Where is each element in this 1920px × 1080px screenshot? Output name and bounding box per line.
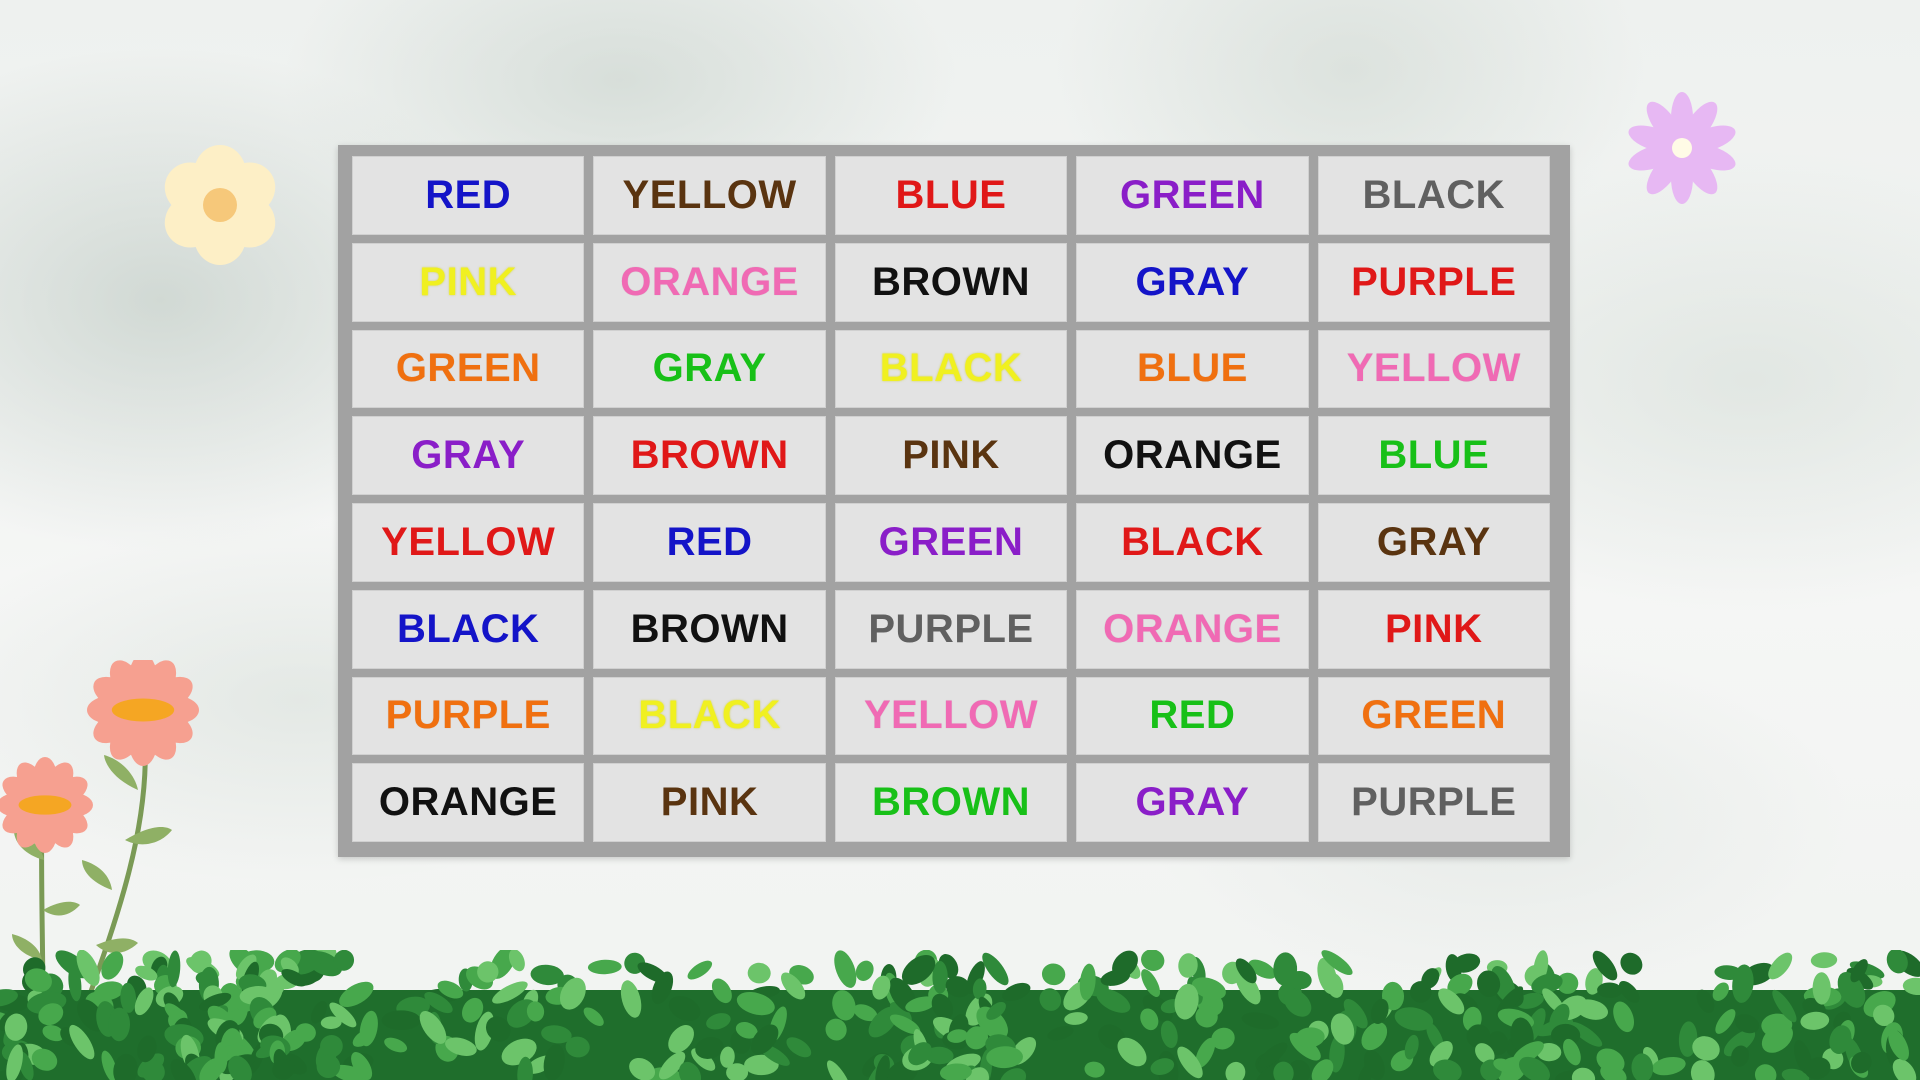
- lilac-flower-icon: [1628, 92, 1736, 204]
- color-word: GREEN: [1361, 693, 1507, 738]
- leaf: [747, 962, 771, 984]
- color-word: BLUE: [895, 172, 1007, 217]
- leaf: [1620, 952, 1643, 975]
- word-cell: YELLOW: [352, 503, 585, 582]
- flower-center: [1672, 138, 1692, 158]
- word-cell: BLACK: [1076, 503, 1309, 582]
- color-word: GRAY: [1376, 519, 1491, 564]
- flower-center: [18, 795, 72, 815]
- leaf: [381, 1010, 421, 1030]
- word-cell: GRAY: [1076, 242, 1309, 322]
- color-word: BLUE: [1136, 346, 1248, 391]
- cream-flower-icon: [164, 145, 276, 265]
- color-word: GRAY: [1135, 259, 1250, 304]
- word-cell: ORANGE: [1076, 416, 1309, 495]
- word-cell: PINK: [352, 242, 585, 322]
- leaf: [101, 951, 124, 980]
- color-word: BROWN: [871, 780, 1030, 825]
- color-word: PURPLE: [1351, 259, 1517, 304]
- pink-flower-head-large: [87, 660, 199, 766]
- color-word: RED: [425, 172, 512, 217]
- color-word: PURPLE: [1351, 780, 1517, 825]
- word-cell: RED: [352, 156, 585, 235]
- word-cell: BLACK: [1317, 156, 1550, 235]
- word-cell: BLUE: [834, 156, 1068, 235]
- word-cell: PINK: [834, 416, 1068, 495]
- color-word: ORANGE: [1103, 433, 1282, 478]
- color-word: BROWN: [630, 433, 789, 478]
- word-cell: ORANGE: [352, 763, 585, 842]
- word-cell: BROWN: [834, 763, 1068, 842]
- color-word: GREEN: [395, 346, 541, 391]
- color-word: GREEN: [878, 519, 1024, 564]
- color-word: YELLOW: [381, 519, 556, 564]
- word-cell: PINK: [593, 763, 826, 842]
- word-cell: GREEN: [352, 329, 585, 409]
- color-word: GRAY: [652, 346, 767, 391]
- word-cell: YELLOW: [1317, 329, 1550, 409]
- leaf: [1810, 952, 1838, 969]
- word-cell: GREEN: [1076, 156, 1309, 235]
- color-word: BLACK: [396, 606, 540, 651]
- word-cell: BLACK: [352, 589, 585, 669]
- word-cell: BROWN: [593, 416, 826, 495]
- word-cell: BROWN: [834, 242, 1068, 322]
- color-word: ORANGE: [1103, 606, 1282, 651]
- color-word: YELLOW: [622, 172, 797, 217]
- word-cell: BLACK: [593, 676, 826, 756]
- color-word: RED: [666, 519, 753, 564]
- color-word: BLACK: [879, 346, 1023, 391]
- word-cell: GRAY: [593, 329, 826, 409]
- stroop-word-grid: RED YELLOW BLUE GREEN BLACK PINK ORANGE …: [338, 145, 1570, 857]
- color-word: BROWN: [871, 259, 1030, 304]
- word-cell: BLUE: [1317, 416, 1550, 495]
- color-word: BLUE: [1378, 433, 1490, 478]
- word-cell: RED: [593, 503, 826, 582]
- color-word: RED: [1149, 693, 1236, 738]
- color-word: ORANGE: [378, 780, 558, 825]
- color-word: BLACK: [638, 693, 781, 738]
- word-cell: GRAY: [1317, 503, 1550, 582]
- word-cell: BLUE: [1076, 329, 1309, 409]
- color-word: BLACK: [1362, 172, 1506, 217]
- word-cell: BLACK: [834, 329, 1068, 409]
- color-word: GRAY: [411, 433, 526, 478]
- flower-center: [111, 698, 175, 722]
- color-word: ORANGE: [620, 259, 799, 304]
- word-cell: YELLOW: [834, 676, 1068, 756]
- word-cell: ORANGE: [1076, 589, 1309, 669]
- word-cell: ORANGE: [593, 242, 826, 322]
- color-word: BROWN: [630, 606, 789, 651]
- color-word: GREEN: [1120, 172, 1265, 217]
- color-word: YELLOW: [863, 693, 1039, 738]
- leaf: [1041, 963, 1066, 986]
- color-word: YELLOW: [1346, 346, 1521, 391]
- color-word: PINK: [902, 433, 1000, 478]
- color-word: PURPLE: [385, 693, 551, 738]
- color-word: PINK: [419, 259, 517, 304]
- pink-flower-head-small: [0, 757, 93, 853]
- word-cell: BROWN: [593, 589, 826, 669]
- color-word: PINK: [660, 780, 759, 825]
- word-cell: YELLOW: [593, 156, 826, 235]
- leaf: [587, 959, 622, 975]
- flower-center: [203, 188, 237, 222]
- word-cell: PINK: [1317, 589, 1550, 669]
- color-word: GRAY: [1135, 780, 1250, 825]
- color-word: BLACK: [1121, 519, 1264, 564]
- word-cell: RED: [1076, 676, 1309, 756]
- leaf: [214, 1042, 228, 1074]
- word-cell: GREEN: [834, 503, 1068, 582]
- color-word: PINK: [1385, 606, 1483, 651]
- word-cell: GRAY: [352, 416, 585, 495]
- word-cell: GRAY: [1076, 763, 1309, 842]
- word-cell: PURPLE: [834, 589, 1068, 669]
- hedge-icon: [0, 950, 1920, 1080]
- word-cell: PURPLE: [1317, 242, 1550, 322]
- word-cell: GREEN: [1317, 676, 1550, 756]
- word-cell: PURPLE: [1317, 763, 1550, 842]
- color-word: PURPLE: [868, 606, 1034, 651]
- leaf: [687, 960, 713, 980]
- word-cell: PURPLE: [352, 676, 585, 756]
